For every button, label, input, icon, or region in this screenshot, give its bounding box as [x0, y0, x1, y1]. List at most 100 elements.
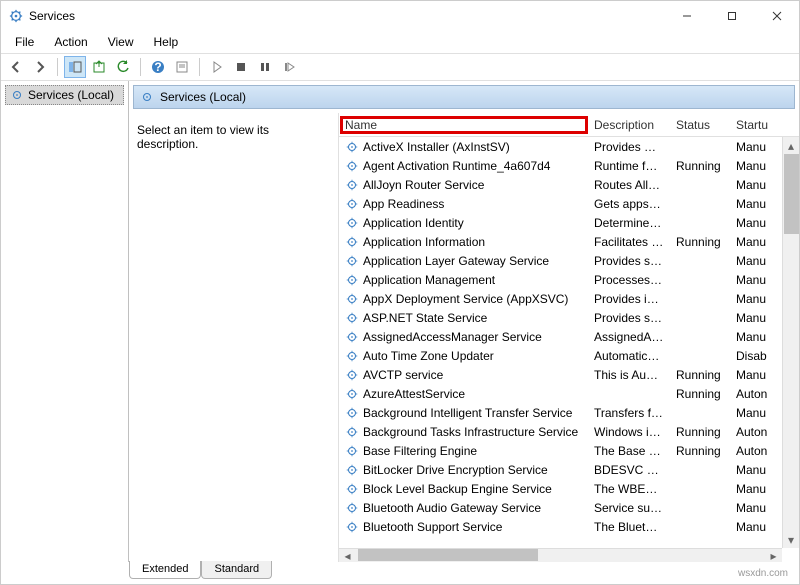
gear-icon — [345, 159, 359, 173]
tree-pane: Services (Local) — [1, 81, 129, 562]
menu-file[interactable]: File — [7, 33, 42, 51]
service-row[interactable]: AllJoyn Router ServiceRoutes AllJo...Man… — [339, 175, 799, 194]
service-name: Bluetooth Support Service — [363, 520, 502, 534]
service-name: AssignedAccessManager Service — [363, 330, 542, 344]
service-row[interactable]: Application Layer Gateway ServiceProvide… — [339, 251, 799, 270]
vertical-scrollbar[interactable]: ▴ ▾ — [782, 137, 799, 548]
column-startup[interactable]: Startu — [730, 118, 799, 132]
menu-help[interactable]: Help — [146, 33, 187, 51]
service-row[interactable]: Bluetooth Support ServiceThe Bluetoo...M… — [339, 517, 799, 536]
content-header-title: Services (Local) — [160, 90, 246, 104]
scroll-right-icon[interactable]: ▸ — [765, 549, 782, 563]
watermark: wsxdn.com — [738, 568, 788, 579]
column-description[interactable]: Description — [588, 118, 670, 132]
forward-button[interactable] — [29, 56, 51, 78]
service-description: Provides Us... — [588, 140, 670, 154]
gear-icon — [345, 501, 359, 515]
gear-icon — [345, 330, 359, 344]
toolbar: ? — [1, 53, 799, 81]
service-row[interactable]: BitLocker Drive Encryption ServiceBDESVC… — [339, 460, 799, 479]
scroll-thumb[interactable] — [358, 549, 538, 561]
tree-root-label: Services (Local) — [28, 88, 114, 102]
service-row[interactable]: ASP.NET State ServiceProvides su...Manu — [339, 308, 799, 327]
scroll-down-icon[interactable]: ▾ — [783, 531, 800, 548]
pause-button[interactable] — [254, 56, 276, 78]
menu-action[interactable]: Action — [46, 33, 95, 51]
separator — [199, 58, 200, 76]
tab-standard[interactable]: Standard — [201, 561, 272, 579]
service-description: Provides su... — [588, 311, 670, 325]
service-name: Block Level Backup Engine Service — [363, 482, 552, 496]
column-name[interactable]: Name ⌃ — [339, 118, 588, 132]
close-button[interactable] — [754, 1, 799, 31]
service-status: Running — [670, 387, 730, 401]
service-row[interactable]: AVCTP serviceThis is Audi...RunningManu — [339, 365, 799, 384]
horizontal-scrollbar[interactable]: ◂ ▸ — [339, 548, 782, 562]
minimize-button[interactable] — [664, 1, 709, 31]
scroll-thumb[interactable] — [784, 154, 799, 234]
maximize-button[interactable] — [709, 1, 754, 31]
service-name: Base Filtering Engine — [363, 444, 477, 458]
service-row[interactable]: Bluetooth Audio Gateway ServiceService s… — [339, 498, 799, 517]
service-row[interactable]: App ReadinessGets apps re...Manu — [339, 194, 799, 213]
service-row[interactable]: Base Filtering EngineThe Base Fil...Runn… — [339, 441, 799, 460]
service-name: AzureAttestService — [363, 387, 465, 401]
service-row[interactable]: Application IdentityDetermines ...Manu — [339, 213, 799, 232]
scroll-up-icon[interactable]: ▴ — [783, 137, 800, 154]
start-button[interactable] — [206, 56, 228, 78]
service-name: Application Management — [363, 273, 495, 287]
back-button[interactable] — [5, 56, 27, 78]
gear-icon — [345, 482, 359, 496]
service-row[interactable]: Block Level Backup Engine ServiceThe WBE… — [339, 479, 799, 498]
service-row[interactable]: AppX Deployment Service (AppXSVC)Provide… — [339, 289, 799, 308]
gear-icon — [345, 463, 359, 477]
service-row[interactable]: Auto Time Zone UpdaterAutomatica...Disab — [339, 346, 799, 365]
titlebar[interactable]: Services — [1, 1, 799, 31]
menu-view[interactable]: View — [100, 33, 142, 51]
service-row[interactable]: Application ManagementProcesses in...Man… — [339, 270, 799, 289]
service-row[interactable]: Application InformationFacilitates t...R… — [339, 232, 799, 251]
service-description: Determines ... — [588, 216, 670, 230]
gear-icon — [345, 178, 359, 192]
service-description: Transfers fil... — [588, 406, 670, 420]
service-row[interactable]: Background Tasks Infrastructure ServiceW… — [339, 422, 799, 441]
gear-icon — [140, 90, 154, 104]
scroll-left-icon[interactable]: ◂ — [339, 549, 356, 563]
column-status[interactable]: Status — [670, 118, 730, 132]
column-headers[interactable]: Name ⌃ Description Status Startu — [339, 113, 799, 137]
refresh-button[interactable] — [112, 56, 134, 78]
service-status: Running — [670, 425, 730, 439]
restart-button[interactable] — [278, 56, 300, 78]
view-tabs: Extended Standard — [1, 562, 799, 584]
show-hide-tree-button[interactable] — [64, 56, 86, 78]
service-row[interactable]: Background Intelligent Transfer ServiceT… — [339, 403, 799, 422]
menubar: File Action View Help — [1, 31, 799, 53]
help-button[interactable]: ? — [147, 56, 169, 78]
gear-icon — [345, 273, 359, 287]
content-header: Services (Local) — [133, 85, 795, 109]
tab-extended[interactable]: Extended — [129, 561, 201, 579]
service-name: AppX Deployment Service (AppXSVC) — [363, 292, 568, 306]
separator — [140, 58, 141, 76]
tree-root-services-local[interactable]: Services (Local) — [5, 85, 124, 105]
service-description: Facilitates t... — [588, 235, 670, 249]
service-description: Gets apps re... — [588, 197, 670, 211]
stop-button[interactable] — [230, 56, 252, 78]
properties-button[interactable] — [171, 56, 193, 78]
detail-hint: Select an item to view its description. — [137, 123, 330, 151]
gear-icon — [345, 197, 359, 211]
service-name: Bluetooth Audio Gateway Service — [363, 501, 541, 515]
gear-icon — [345, 387, 359, 401]
service-name: Application Layer Gateway Service — [363, 254, 549, 268]
service-row[interactable]: AssignedAccessManager ServiceAssignedAc.… — [339, 327, 799, 346]
service-name: Auto Time Zone Updater — [363, 349, 494, 363]
service-row[interactable]: Agent Activation Runtime_4a607d4Runtime … — [339, 156, 799, 175]
gear-icon — [10, 88, 24, 102]
service-row[interactable]: AzureAttestServiceRunningAuton — [339, 384, 799, 403]
service-status: Running — [670, 368, 730, 382]
service-description: Processes in... — [588, 273, 670, 287]
service-row[interactable]: ActiveX Installer (AxInstSV) Provides Us.… — [339, 137, 799, 156]
export-button[interactable] — [88, 56, 110, 78]
service-name: BitLocker Drive Encryption Service — [363, 463, 548, 477]
service-name: ActiveX Installer (AxInstSV) — [363, 140, 510, 154]
